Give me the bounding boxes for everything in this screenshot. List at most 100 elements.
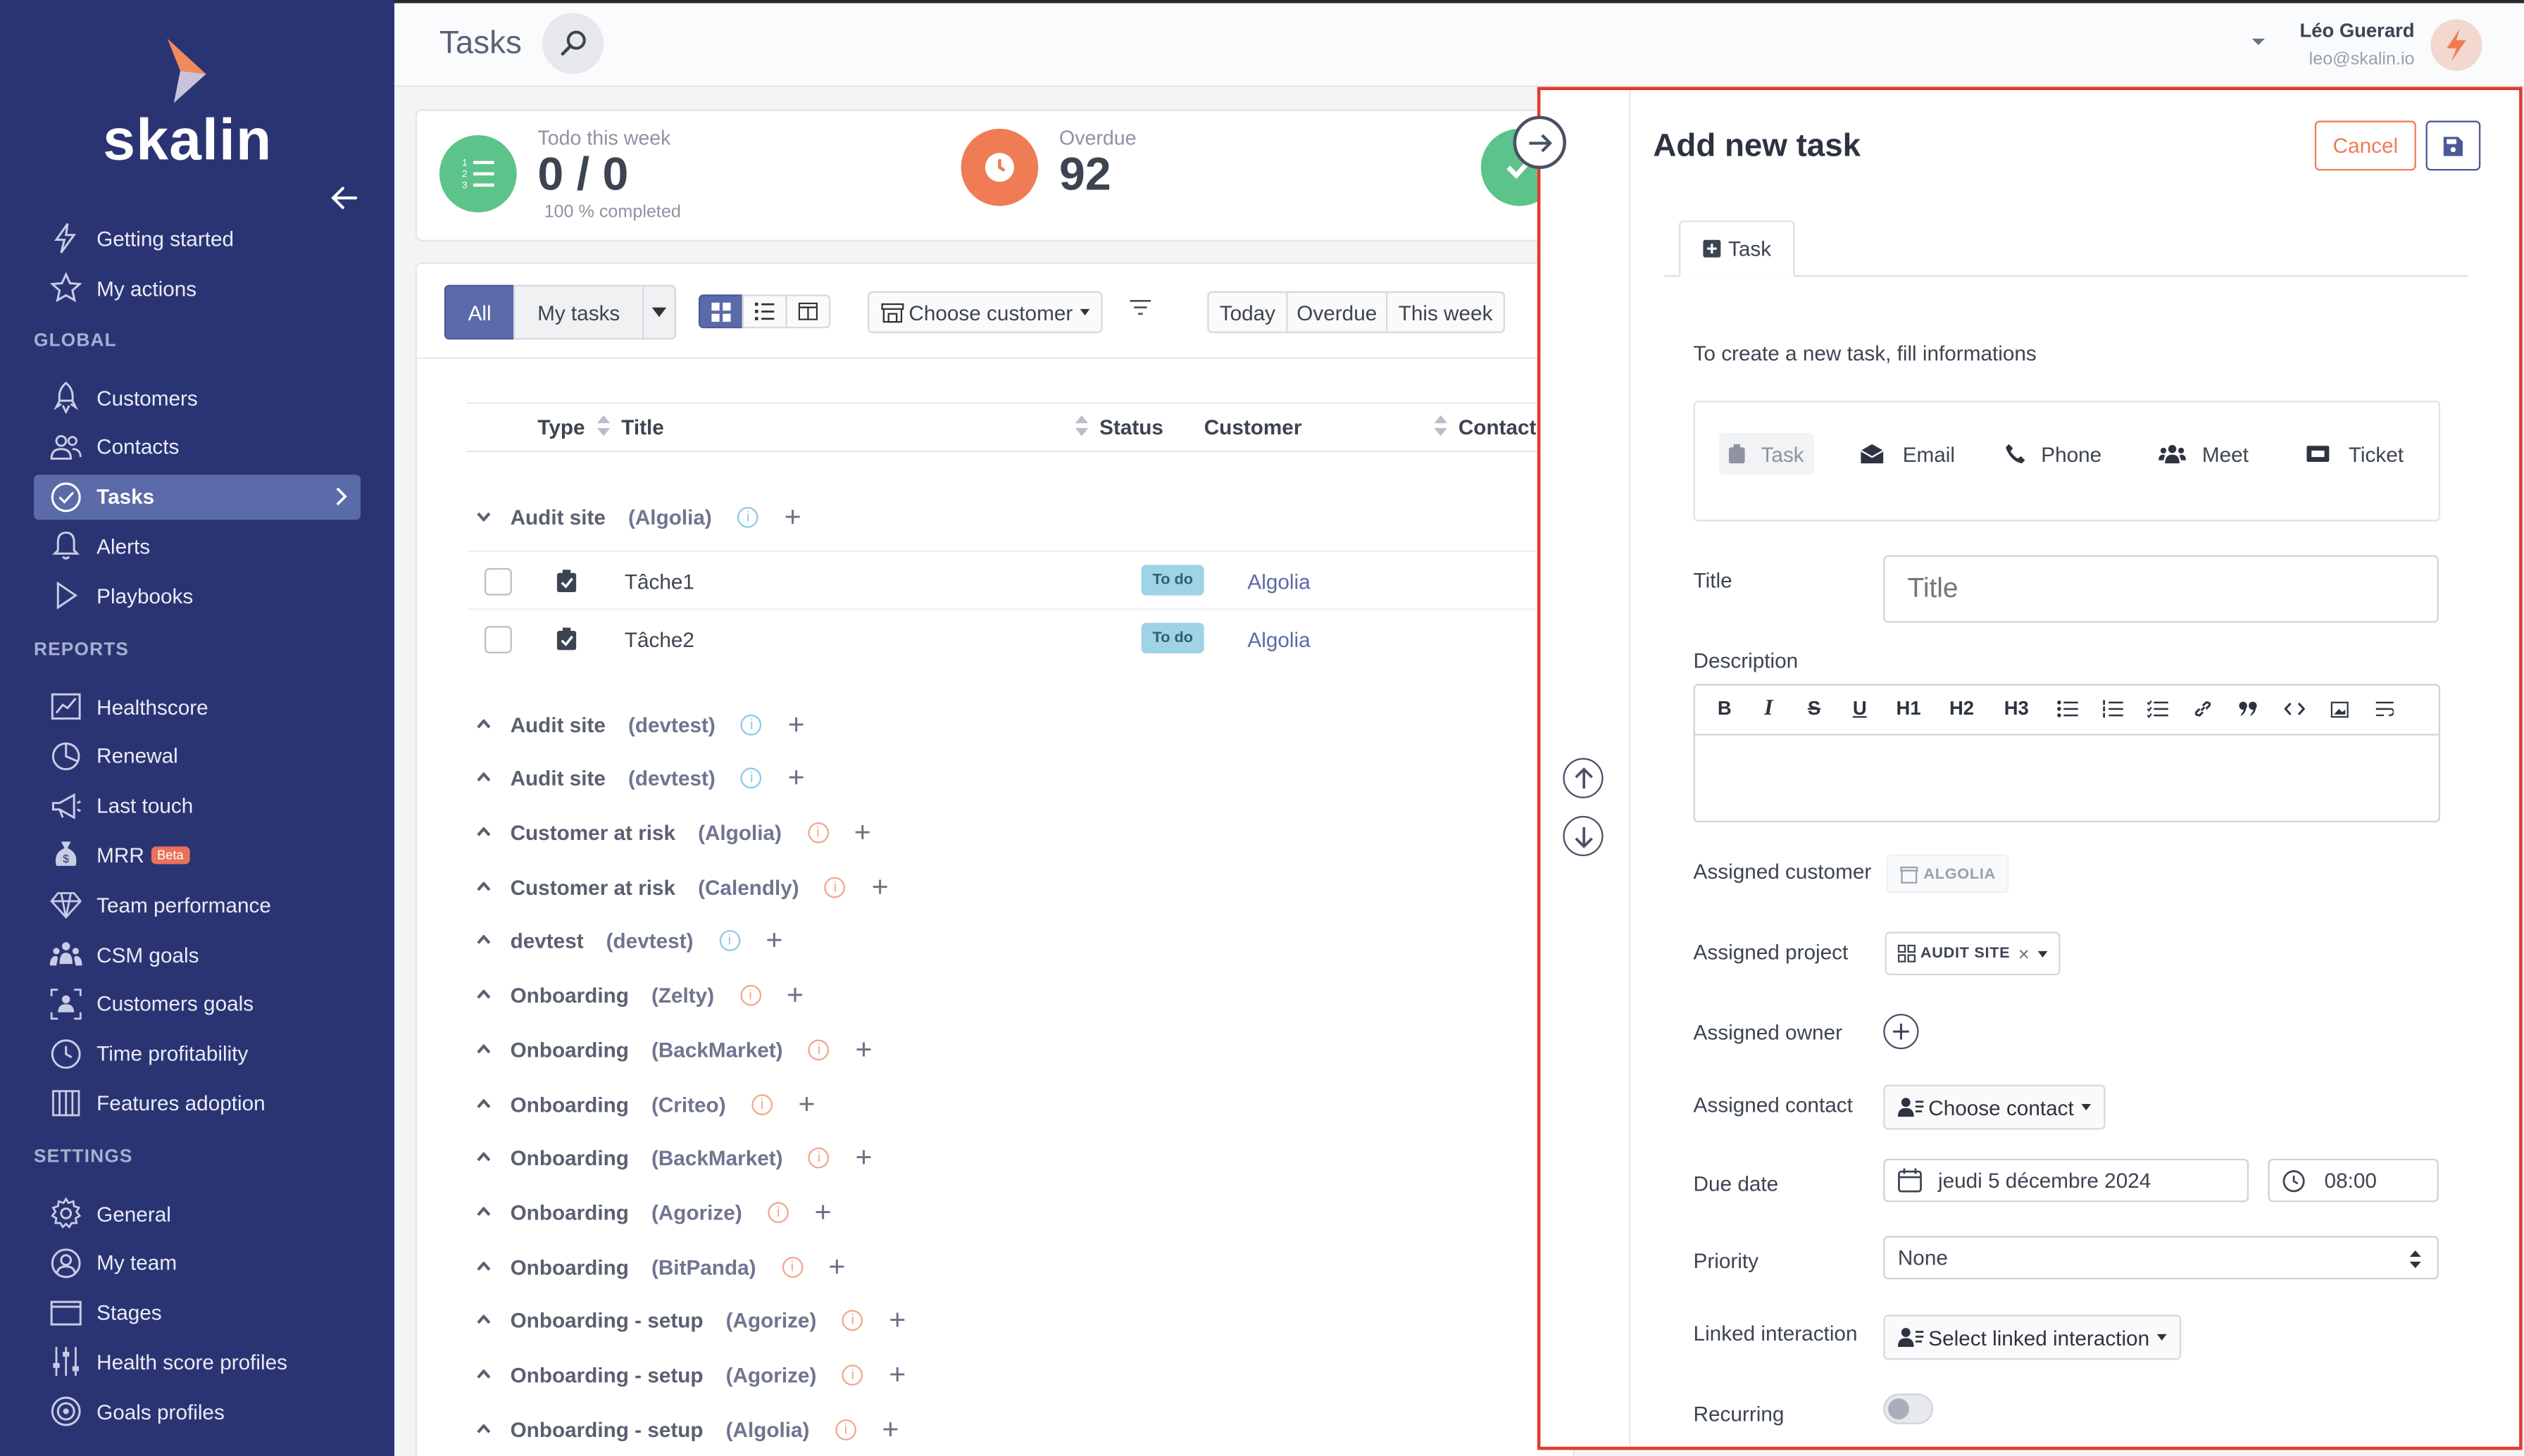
add-task-plus-icon[interactable]: + [798, 1087, 815, 1121]
sidebar-item-team-performance[interactable]: Team performance [34, 882, 361, 927]
project-chip[interactable]: AUDIT SITE × [1885, 931, 2061, 976]
task-customer-link[interactable]: Algolia [1247, 627, 1310, 651]
group-row[interactable]: Audit site (devtest) i + [477, 708, 805, 741]
info-icon[interactable]: i [835, 1418, 856, 1440]
column-contact[interactable]: Contact [1458, 415, 1537, 439]
info-icon[interactable]: i [782, 1255, 803, 1277]
view-grid-button[interactable] [698, 294, 744, 329]
add-task-plus-icon[interactable]: + [787, 978, 804, 1012]
chevron-up-icon[interactable] [477, 881, 492, 892]
group-row[interactable]: Onboarding (Agorize) i + [477, 1195, 832, 1228]
period-today-button[interactable]: Today [1207, 291, 1288, 334]
add-owner-button[interactable] [1883, 1013, 1919, 1050]
table-row[interactable]: Tâche1 To do Algolia [466, 552, 1537, 610]
sidebar-item-contacts[interactable]: Contacts [34, 425, 361, 470]
chevron-up-icon[interactable] [477, 772, 492, 782]
bold-button[interactable]: B [1718, 697, 1732, 720]
group-row[interactable]: Onboarding - setup (Agorize) i + [477, 1303, 906, 1336]
sidebar-item-getting-started[interactable]: Getting started [34, 215, 361, 261]
chevron-up-icon[interactable] [477, 827, 492, 837]
filter-dropdown-button[interactable] [642, 284, 676, 340]
sidebar-item-stages[interactable]: Stages [34, 1290, 361, 1335]
group-row[interactable]: Onboarding (Zelty) i + [477, 978, 804, 1012]
info-icon[interactable]: i [737, 506, 759, 527]
underline-button[interactable]: U [1853, 697, 1867, 720]
add-task-plus-icon[interactable]: + [889, 1357, 906, 1391]
sort-title-icon[interactable] [1075, 415, 1089, 437]
italic-button[interactable]: I [1764, 697, 1773, 723]
add-task-plus-icon[interactable]: + [828, 1250, 845, 1284]
sidebar-item-health-score-profiles[interactable]: Health score profiles [34, 1340, 361, 1385]
choose-customer-dropdown[interactable]: Choose customer [867, 291, 1103, 334]
add-task-plus-icon[interactable]: + [855, 1140, 872, 1174]
sidebar-item-time-profitability[interactable]: Time profitability [34, 1031, 361, 1076]
sidebar-item-features-adoption[interactable]: Features adoption [34, 1081, 361, 1126]
quote-icon[interactable] [2239, 701, 2258, 717]
heading3-button[interactable]: H3 [2004, 697, 2029, 720]
chevron-down-icon[interactable] [477, 512, 492, 522]
due-time-input[interactable]: 08:00 [2268, 1158, 2439, 1203]
chevron-up-icon[interactable] [477, 1369, 492, 1379]
collapse-sidebar-icon[interactable] [327, 180, 362, 215]
task-checkbox[interactable] [484, 626, 512, 653]
chevron-up-icon[interactable] [477, 1044, 492, 1054]
recurring-toggle[interactable] [1883, 1393, 1934, 1424]
column-status[interactable]: Status [1099, 415, 1163, 439]
heading2-button[interactable]: H2 [1949, 697, 1974, 720]
info-icon[interactable]: i [842, 1309, 863, 1331]
priority-select[interactable]: None [1883, 1236, 2439, 1280]
bullet-list-icon[interactable] [2057, 700, 2078, 717]
info-icon[interactable]: i [825, 876, 846, 898]
period-overdue-button[interactable]: Overdue [1286, 291, 1388, 334]
linked-interaction-dropdown[interactable]: Select linked interaction [1883, 1314, 2182, 1360]
task-checkbox[interactable] [484, 567, 512, 596]
group-row[interactable]: Customer at risk (Calendly) i + [477, 870, 889, 903]
info-icon[interactable]: i [808, 1146, 830, 1168]
sidebar-item-customers[interactable]: Customers [34, 375, 361, 420]
previous-task-button[interactable] [1563, 758, 1604, 798]
image-icon[interactable] [2330, 701, 2349, 718]
type-ticket-option[interactable]: Ticket [2297, 433, 2413, 475]
project-caret-icon[interactable] [2037, 950, 2048, 957]
group-row[interactable]: Onboarding (BitPanda) i + [477, 1250, 845, 1284]
group-row[interactable]: Audit site (devtest) i + [477, 760, 805, 794]
group-row[interactable]: Onboarding - setup (Agorize) i + [477, 1357, 906, 1391]
group-row[interactable]: Onboarding (Criteo) i + [477, 1087, 815, 1121]
info-icon[interactable]: i [739, 984, 761, 1005]
chevron-up-icon[interactable] [477, 1099, 492, 1109]
chevron-up-icon[interactable] [477, 934, 492, 945]
chevron-up-icon[interactable] [477, 1207, 492, 1217]
sidebar-item-general[interactable]: General [34, 1191, 361, 1236]
group-row[interactable]: Customer at risk (Algolia) i + [477, 815, 871, 849]
add-task-plus-icon[interactable]: + [788, 760, 805, 794]
sidebar-item-last-touch[interactable]: Last touch [34, 783, 361, 828]
remove-project-icon[interactable]: × [2018, 942, 2030, 965]
sort-type-icon[interactable] [596, 415, 611, 437]
add-task-plus-icon[interactable]: + [872, 870, 889, 903]
group-row[interactable]: devtest (devtest) i + [477, 923, 782, 957]
task-customer-link[interactable]: Algolia [1247, 570, 1310, 594]
next-task-button[interactable] [1563, 815, 1604, 856]
add-task-plus-icon[interactable]: + [854, 815, 871, 849]
ordered-list-icon[interactable] [2102, 700, 2123, 718]
link-icon[interactable] [2194, 700, 2211, 717]
add-task-plus-icon[interactable]: + [766, 923, 782, 957]
sidebar-item-alerts[interactable]: Alerts [34, 524, 361, 569]
sidebar-item-tasks[interactable]: Tasks [33, 474, 361, 520]
info-icon[interactable]: i [741, 713, 763, 735]
sort-customer-icon[interactable] [1434, 415, 1447, 437]
info-icon[interactable]: i [808, 1038, 830, 1060]
task-title[interactable]: Tâche2 [625, 627, 694, 651]
sidebar-item-csm-goals[interactable]: CSM goals [34, 931, 361, 977]
title-input[interactable] [1883, 555, 2439, 623]
search-button[interactable] [542, 13, 604, 75]
chevron-up-icon[interactable] [477, 1261, 492, 1272]
info-icon[interactable]: i [842, 1364, 863, 1385]
code-icon[interactable] [2284, 702, 2306, 717]
format-clear-icon[interactable] [2375, 701, 2394, 717]
group-row[interactable]: Onboarding (BackMarket) i + [477, 1140, 872, 1174]
type-email-option[interactable]: Email [1851, 433, 1965, 475]
filter-my-tasks-button[interactable]: My tasks [513, 284, 644, 340]
info-icon[interactable]: i [719, 929, 740, 950]
tab-task[interactable]: Task [1678, 220, 1795, 277]
